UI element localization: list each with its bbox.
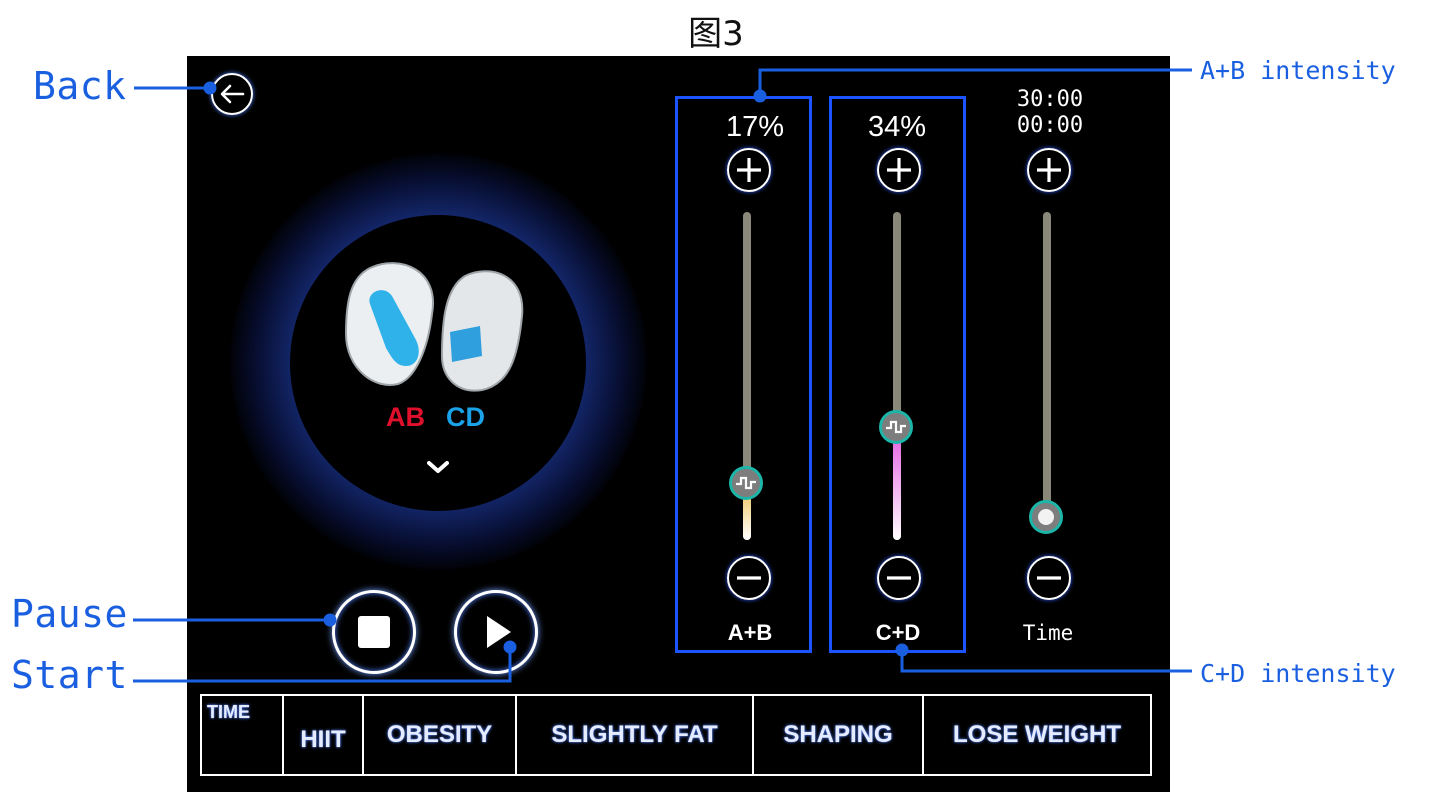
chevron-down-icon[interactable] bbox=[427, 460, 449, 474]
plus-icon bbox=[1037, 158, 1061, 182]
applicator-pads-image bbox=[344, 262, 524, 392]
annotation-ab-intensity: A+B intensity bbox=[1200, 56, 1396, 85]
start-button[interactable] bbox=[454, 590, 538, 674]
tab-time[interactable]: TIME bbox=[202, 696, 284, 774]
time-decrease-button[interactable] bbox=[1027, 556, 1071, 600]
cd-decrease-button[interactable] bbox=[877, 556, 921, 600]
minus-icon bbox=[737, 576, 761, 580]
plus-icon bbox=[737, 158, 761, 182]
ab-label: A+B bbox=[727, 620, 773, 645]
channel-cd-label: CD bbox=[446, 402, 485, 432]
program-bar: TIME HIIT OBESITY SLIGHTLY FAT SHAPING L… bbox=[200, 694, 1152, 776]
plus-icon bbox=[887, 158, 911, 182]
annotation-cd-intensity: C+D intensity bbox=[1200, 659, 1396, 688]
cd-increase-button[interactable] bbox=[877, 148, 921, 192]
pause-button[interactable] bbox=[332, 590, 416, 674]
knob-dot-icon bbox=[1038, 509, 1054, 525]
ab-intensity-value: 17% bbox=[725, 111, 785, 143]
cd-intensity-value: 34% bbox=[867, 111, 927, 143]
tab-shaping[interactable]: SHAPING bbox=[754, 696, 924, 774]
waveform-icon bbox=[736, 477, 756, 490]
tab-lose-weight[interactable]: LOSE WEIGHT bbox=[924, 696, 1150, 774]
annotation-start: Start bbox=[11, 653, 128, 697]
cd-label: C+D bbox=[875, 620, 921, 645]
time-label: Time bbox=[1022, 621, 1074, 645]
waveform-icon bbox=[886, 421, 906, 434]
back-button[interactable] bbox=[211, 73, 253, 115]
time-track[interactable] bbox=[1043, 212, 1051, 518]
figure-title: 图3 bbox=[688, 14, 744, 54]
annotation-pause: Pause bbox=[11, 592, 128, 636]
minus-icon bbox=[1037, 576, 1061, 580]
time-total: 30:00 bbox=[1016, 87, 1084, 112]
tab-hiit[interactable]: HIIT bbox=[284, 696, 364, 774]
annotation-back: Back bbox=[33, 64, 127, 108]
time-knob[interactable] bbox=[1029, 500, 1063, 534]
time-elapsed: 00:00 bbox=[1016, 113, 1084, 138]
arrow-left-icon bbox=[220, 84, 245, 104]
ab-decrease-button[interactable] bbox=[727, 556, 771, 600]
time-increase-button[interactable] bbox=[1027, 148, 1071, 192]
tab-slightly-fat[interactable]: SLIGHTLY FAT bbox=[517, 696, 754, 774]
minus-icon bbox=[887, 576, 911, 580]
channel-ab-label: AB bbox=[386, 402, 425, 432]
stop-square-icon bbox=[358, 616, 390, 648]
device-screen: AB CD 17% A+B 34% C+D 30:00 00:00 Time T… bbox=[187, 56, 1170, 792]
cd-intensity-knob[interactable] bbox=[879, 410, 913, 445]
play-icon bbox=[487, 616, 511, 648]
ab-increase-button[interactable] bbox=[727, 148, 771, 192]
ab-intensity-knob[interactable] bbox=[729, 466, 763, 501]
tab-obesity[interactable]: OBESITY bbox=[364, 696, 517, 774]
